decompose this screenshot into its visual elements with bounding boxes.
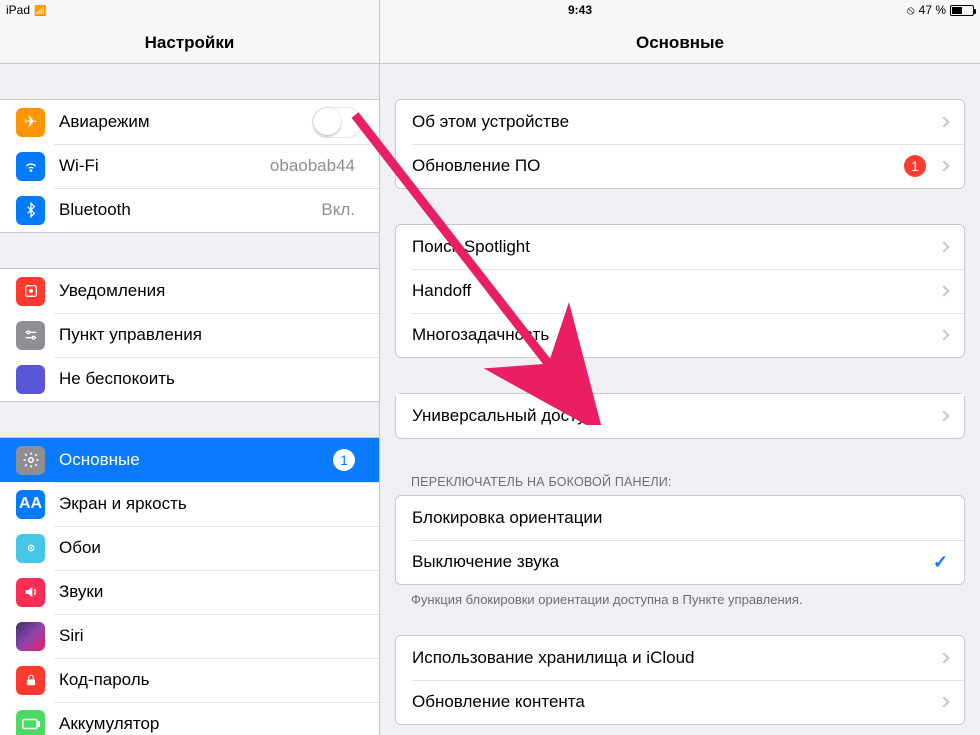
sidebar-item-label: Bluetooth xyxy=(59,200,321,220)
device-label: iPad xyxy=(6,3,30,17)
sidebar-item-notifications[interactable]: Уведомления xyxy=(0,269,379,313)
checkmark-icon: ✓ xyxy=(933,552,948,573)
row-handoff[interactable]: Handoff xyxy=(396,269,964,313)
group-footer-side-switch: Функция блокировки ориентации доступна в… xyxy=(395,585,965,607)
siri-icon xyxy=(16,622,45,651)
sidebar-item-display[interactable]: AA Экран и яркость xyxy=(0,482,379,526)
orientation-lock-icon xyxy=(907,3,915,18)
sidebar-item-label: Siri xyxy=(59,626,363,646)
row-label: Блокировка ориентации xyxy=(412,508,948,528)
settings-detail: Основные Об этом устройстве Обновление П… xyxy=(380,0,980,735)
row-label: Выключение звука xyxy=(412,552,933,572)
notifications-icon xyxy=(16,277,45,306)
sidebar-item-wifi[interactable]: Wi-Fi obaobab44 xyxy=(0,144,379,188)
chevron-right-icon xyxy=(938,410,949,421)
sidebar-item-label: Звуки xyxy=(59,582,363,602)
sidebar-item-siri[interactable]: Siri xyxy=(0,614,379,658)
sidebar-item-label: Обои xyxy=(59,538,363,558)
row-background-refresh[interactable]: Обновление контента xyxy=(396,680,964,724)
row-label: Многозадачность xyxy=(412,325,934,345)
status-bar: iPad 9:43 47 % xyxy=(0,0,980,20)
wifi-network-name: obaobab44 xyxy=(270,156,355,176)
badge: 1 xyxy=(904,155,926,177)
sidebar-item-label: Не беспокоить xyxy=(59,369,363,389)
sidebar-item-label: Код-пароль xyxy=(59,670,363,690)
row-spotlight[interactable]: Поиск Spotlight xyxy=(396,225,964,269)
row-mute[interactable]: Выключение звука ✓ xyxy=(396,540,964,584)
battery-percent: 47 % xyxy=(919,3,946,17)
row-label: Об этом устройстве xyxy=(412,112,934,132)
sidebar-item-label: Wi-Fi xyxy=(59,156,270,176)
row-accessibility[interactable]: Универсальный доступ xyxy=(396,394,964,438)
row-label: Универсальный доступ xyxy=(412,406,934,426)
bluetooth-status: Вкл. xyxy=(321,200,355,220)
row-storage-icloud[interactable]: Использование хранилища и iCloud xyxy=(396,636,964,680)
sidebar-item-label: Аккумулятор xyxy=(59,714,363,734)
airplane-icon: ✈ xyxy=(16,108,45,137)
chevron-right-icon xyxy=(938,116,949,127)
sidebar-item-label: Авиарежим xyxy=(59,112,312,132)
bluetooth-icon xyxy=(16,196,45,225)
row-label: Обновление контента xyxy=(412,692,934,712)
row-about[interactable]: Об этом устройстве xyxy=(396,100,964,144)
row-lock-rotation[interactable]: Блокировка ориентации xyxy=(396,496,964,540)
chevron-right-icon xyxy=(938,696,949,707)
sidebar-item-label: Пункт управления xyxy=(59,325,363,345)
badge: 1 xyxy=(333,449,355,471)
sidebar-item-control-center[interactable]: Пункт управления xyxy=(0,313,379,357)
wallpaper-icon xyxy=(16,534,45,563)
row-multitasking[interactable]: Многозадачность xyxy=(396,313,964,357)
sidebar-item-label: Экран и яркость xyxy=(59,494,363,514)
wifi-icon xyxy=(34,3,46,17)
sound-icon xyxy=(16,578,45,607)
sidebar-item-airplane[interactable]: ✈ Авиарежим xyxy=(0,100,379,144)
sidebar-item-general[interactable]: Основные 1 xyxy=(0,438,379,482)
lock-icon xyxy=(16,666,45,695)
row-label: Handoff xyxy=(412,281,934,301)
chevron-right-icon xyxy=(938,160,949,171)
sidebar-item-battery[interactable]: Аккумулятор xyxy=(0,702,379,735)
airplane-toggle[interactable] xyxy=(312,107,363,138)
sidebar-item-label: Уведомления xyxy=(59,281,363,301)
sidebar-item-label: Основные xyxy=(59,450,333,470)
row-label: Использование хранилища и iCloud xyxy=(412,648,934,668)
row-label: Обновление ПО xyxy=(412,156,904,176)
chevron-right-icon xyxy=(938,329,949,340)
battery-icon xyxy=(16,710,45,735)
display-icon: AA xyxy=(16,490,45,519)
row-label: Поиск Spotlight xyxy=(412,237,934,257)
sidebar-item-passcode[interactable]: Код-пароль xyxy=(0,658,379,702)
sidebar-item-sounds[interactable]: Звуки xyxy=(0,570,379,614)
chevron-right-icon xyxy=(938,241,949,252)
group-header-side-switch: Переключатель на боковой панели: xyxy=(395,469,965,495)
row-software-update[interactable]: Обновление ПО 1 xyxy=(396,144,964,188)
gear-icon xyxy=(16,446,45,475)
sidebar-item-wallpaper[interactable]: Обои xyxy=(0,526,379,570)
dnd-icon xyxy=(16,365,45,394)
control-center-icon xyxy=(16,321,45,350)
chevron-right-icon xyxy=(938,285,949,296)
chevron-right-icon xyxy=(938,652,949,663)
sidebar-item-dnd[interactable]: Не беспокоить xyxy=(0,357,379,401)
wifi-icon xyxy=(16,152,45,181)
clock: 9:43 xyxy=(386,3,774,17)
settings-sidebar: Настройки ✈ Авиарежим Wi-Fi obaobab44 xyxy=(0,0,380,735)
battery-icon xyxy=(950,5,974,16)
sidebar-item-bluetooth[interactable]: Bluetooth Вкл. xyxy=(0,188,379,232)
